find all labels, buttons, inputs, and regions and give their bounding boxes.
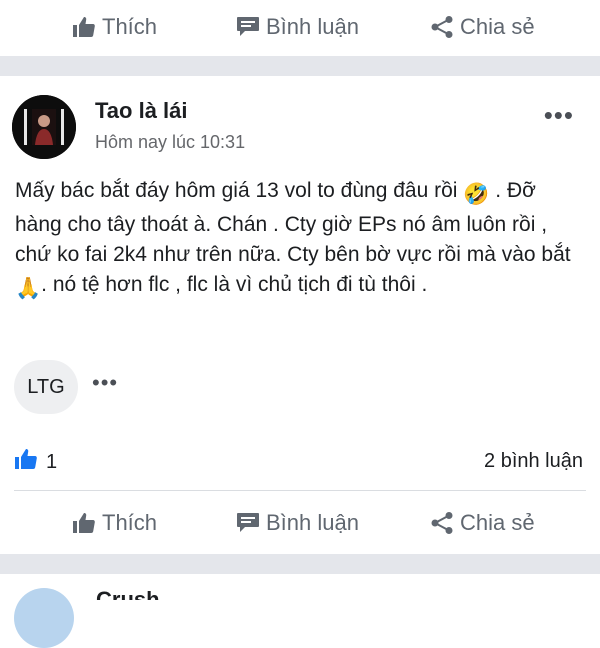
- comment-button[interactable]: Bình luận: [236, 14, 359, 40]
- comment-count[interactable]: 2 bình luận: [484, 450, 583, 473]
- post-stats: 1 2 bình luận: [0, 446, 600, 476]
- comment-label: Bình luận: [266, 14, 359, 39]
- thumbs-up-filled-icon: [14, 448, 38, 476]
- like-count[interactable]: 1: [14, 448, 57, 476]
- divider: [14, 490, 586, 491]
- like-button[interactable]: Thích: [72, 14, 157, 40]
- post-action-bar: Thích Bình luận Chia sẻ: [0, 498, 600, 548]
- more-options-icon[interactable]: •••: [544, 100, 574, 131]
- thumbs-up-icon: [72, 16, 96, 38]
- like-label: Thích: [102, 510, 158, 535]
- share-icon: [430, 15, 454, 39]
- thumbs-up-icon: [72, 512, 96, 534]
- like-button[interactable]: Thích: [72, 510, 157, 536]
- next-post-avatar[interactable]: [14, 588, 74, 648]
- comment-icon: [236, 512, 260, 534]
- share-icon: [430, 511, 454, 535]
- next-post-author-name[interactable]: Crush: [96, 589, 166, 600]
- share-label: Chia sẻ: [460, 510, 535, 535]
- like-count-value: 1: [46, 450, 58, 473]
- stock-tag-label: LTG: [27, 375, 65, 398]
- post-timestamp[interactable]: Hôm nay lúc 10:31: [95, 132, 245, 153]
- share-button[interactable]: Chia sẻ: [430, 14, 535, 40]
- share-label: Chia sẻ: [460, 14, 535, 39]
- comment-icon: [236, 16, 260, 38]
- post-header: Tao là lái Hôm nay lúc 10:31 •••: [0, 90, 600, 170]
- rofl-emoji-icon: 🤣: [463, 183, 490, 206]
- tag-more-icon[interactable]: •••: [92, 370, 118, 396]
- post-text-part-3: . nó tệ hơn flc , flc là vì chủ tịch đi …: [41, 273, 428, 296]
- feed-separator: [0, 554, 600, 574]
- comment-label: Bình luận: [266, 510, 359, 535]
- post-author-name[interactable]: Tao là lái: [95, 98, 188, 124]
- previous-post-action-bar: Thích Bình luận Chia sẻ: [0, 2, 600, 52]
- post-text: Mấy bác bắt đáy hôm giá 13 vol to đùng đ…: [15, 176, 585, 304]
- praying-hands-emoji-icon: 🙏: [15, 277, 42, 300]
- avatar[interactable]: [12, 95, 76, 159]
- post-text-part-1: Mấy bác bắt đáy hôm giá 13 vol to đùng đ…: [15, 179, 458, 202]
- comment-button[interactable]: Bình luận: [236, 510, 359, 536]
- share-button[interactable]: Chia sẻ: [430, 510, 535, 536]
- feed-separator: [0, 56, 600, 76]
- stock-tag-chip[interactable]: LTG: [14, 360, 78, 414]
- like-label: Thích: [102, 14, 158, 39]
